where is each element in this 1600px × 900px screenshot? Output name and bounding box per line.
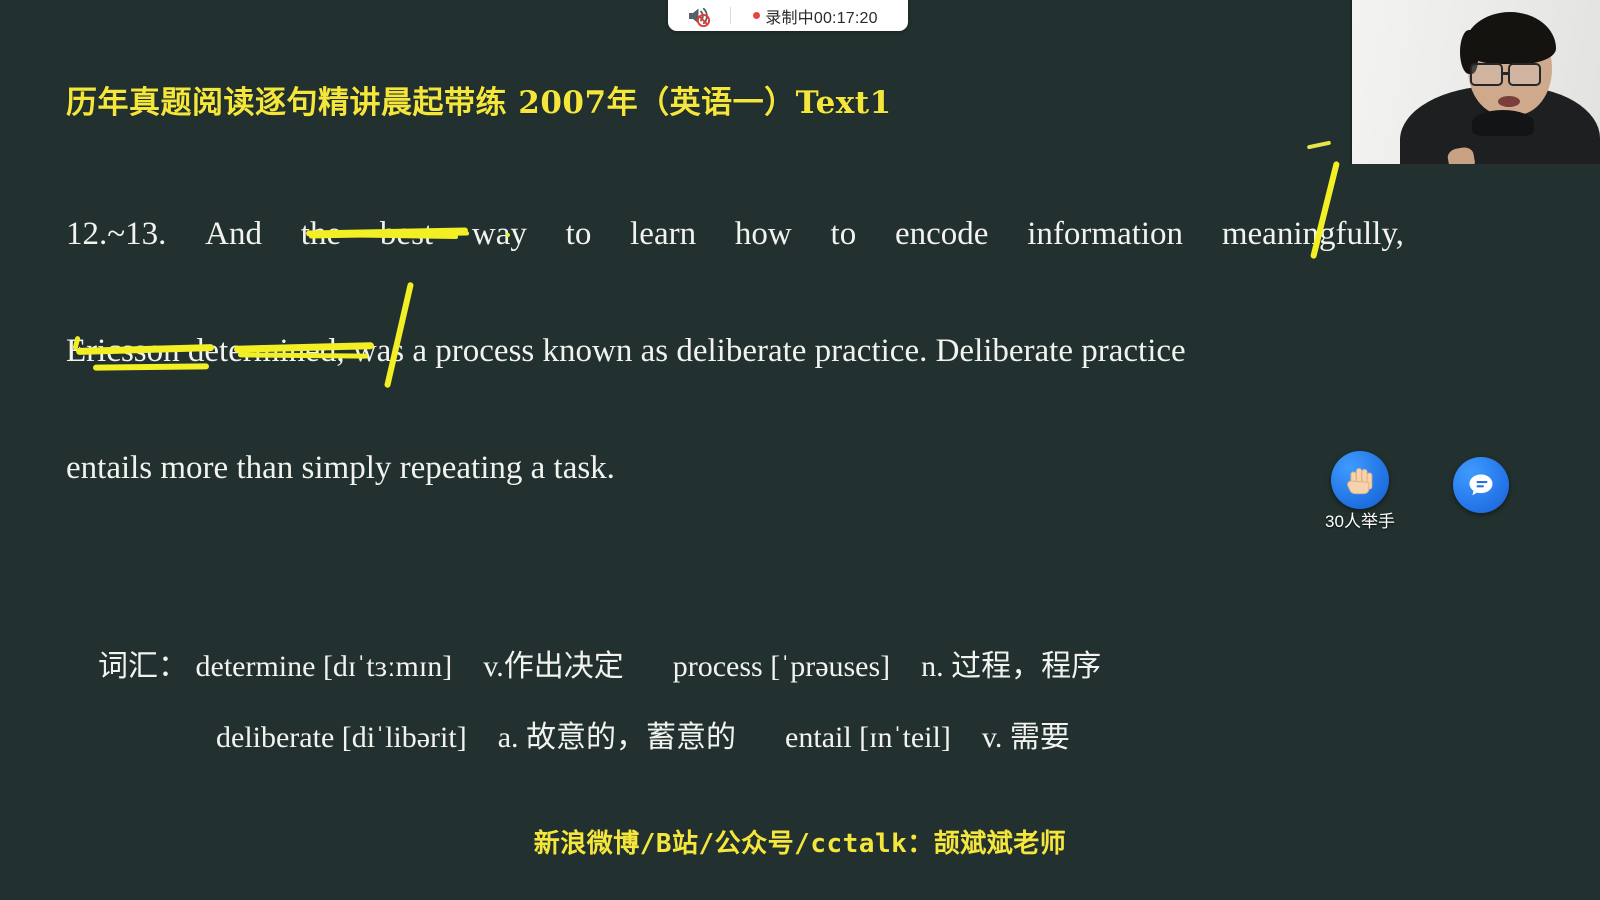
raised-hand-icon <box>1347 468 1373 495</box>
slide-paragraph: 12.~13. And the best way to learn how to… <box>66 176 1404 527</box>
line1-word-best: best <box>379 216 434 252</box>
vocab-word-determine: determine [dɪˈtɜːmɪn] <box>195 650 453 683</box>
vocabulary-line-1: 词汇： determine [dɪˈtɜːmɪn] v.作出决定 process… <box>98 631 1101 702</box>
vocab-word-entail: entail [ɪnˈteil] <box>785 721 951 754</box>
line1-word-to2: to <box>830 216 857 252</box>
recording-indicator-dot <box>753 12 761 19</box>
vocab-def-deliberate: a. 故意的，蓄意的 <box>497 721 737 754</box>
vocab-def-entail: v. 需要 <box>981 721 1070 754</box>
vocabulary-label: 词汇： <box>98 650 188 683</box>
mute-button[interactable] <box>668 0 730 31</box>
recording-time-label: 录制中00:17:20 <box>765 9 878 27</box>
paragraph-line-2: Ericsson determined, was a process known… <box>66 293 1404 410</box>
line1-word-and: And <box>205 216 262 252</box>
presenter-webcam-video[interactable] <box>1350 0 1600 164</box>
paragraph-line-1: 12.~13. And the best way to learn how to… <box>66 176 1404 293</box>
line2-text: Ericsson determined, was a process known… <box>66 333 1186 369</box>
vocabulary-block: 词汇： determine [dɪˈtɜːmɪn] v.作出决定 process… <box>98 631 1101 773</box>
line1-word-meaningfully: meaningfully, <box>1221 216 1404 252</box>
recording-status-bar: 录制中00:17:20 <box>668 0 908 31</box>
vocab-def-determine: v.作出决定 <box>483 650 624 683</box>
vocabulary-line-2: deliberate [diˈlibərit] a. 故意的，蓄意的 entai… <box>98 702 1101 773</box>
recording-status: 录制中00:17:20 <box>731 4 908 28</box>
raise-hand-count-label: 30人举手 <box>1325 512 1395 531</box>
line3-text: entails more than simply repeating a tas… <box>66 450 615 486</box>
raise-hand-button[interactable] <box>1331 451 1389 509</box>
annotation-dash-top <box>1306 140 1332 150</box>
line1-word-the: the <box>300 216 342 252</box>
speaker-muted-icon <box>689 7 711 27</box>
presenter-collar <box>1472 110 1534 136</box>
presenter-glasses-bridge <box>1503 72 1508 75</box>
line1-word-learn: learn <box>630 216 697 252</box>
presenter-glasses-right <box>1508 63 1541 86</box>
chat-button[interactable] <box>1453 457 1509 513</box>
slide-footer-credit: 新浪微博/B站/公众号/cctalk：颉斌斌老师 <box>533 829 1067 859</box>
classroom-slide-screen: 录制中00:17:20 历年真题阅读逐句精讲晨起带练 2007年（英语一）Tex… <box>0 0 1600 900</box>
line1-word-information: information <box>1027 216 1184 252</box>
line1-word-numbering: 12.~13. <box>66 216 167 252</box>
chat-bubble-icon <box>1469 474 1493 496</box>
vocab-word-deliberate: deliberate [diˈlibərit] <box>216 721 467 754</box>
presenter-glasses-left <box>1470 63 1503 86</box>
paragraph-line-3: entails more than simply repeating a tas… <box>66 410 1404 527</box>
line1-word-to: to <box>565 216 592 252</box>
vocab-word-process: process [ˈprəuses] <box>672 650 891 683</box>
line1-word-how: how <box>734 216 792 252</box>
line1-word-encode: encode <box>895 216 989 252</box>
slide-title: 历年真题阅读逐句精讲晨起带练 2007年（英语一）Text1 <box>66 85 892 121</box>
line1-word-way: way <box>471 216 527 252</box>
presenter-mouth <box>1498 96 1520 107</box>
vocab-def-process: n. 过程，程序 <box>921 650 1102 683</box>
